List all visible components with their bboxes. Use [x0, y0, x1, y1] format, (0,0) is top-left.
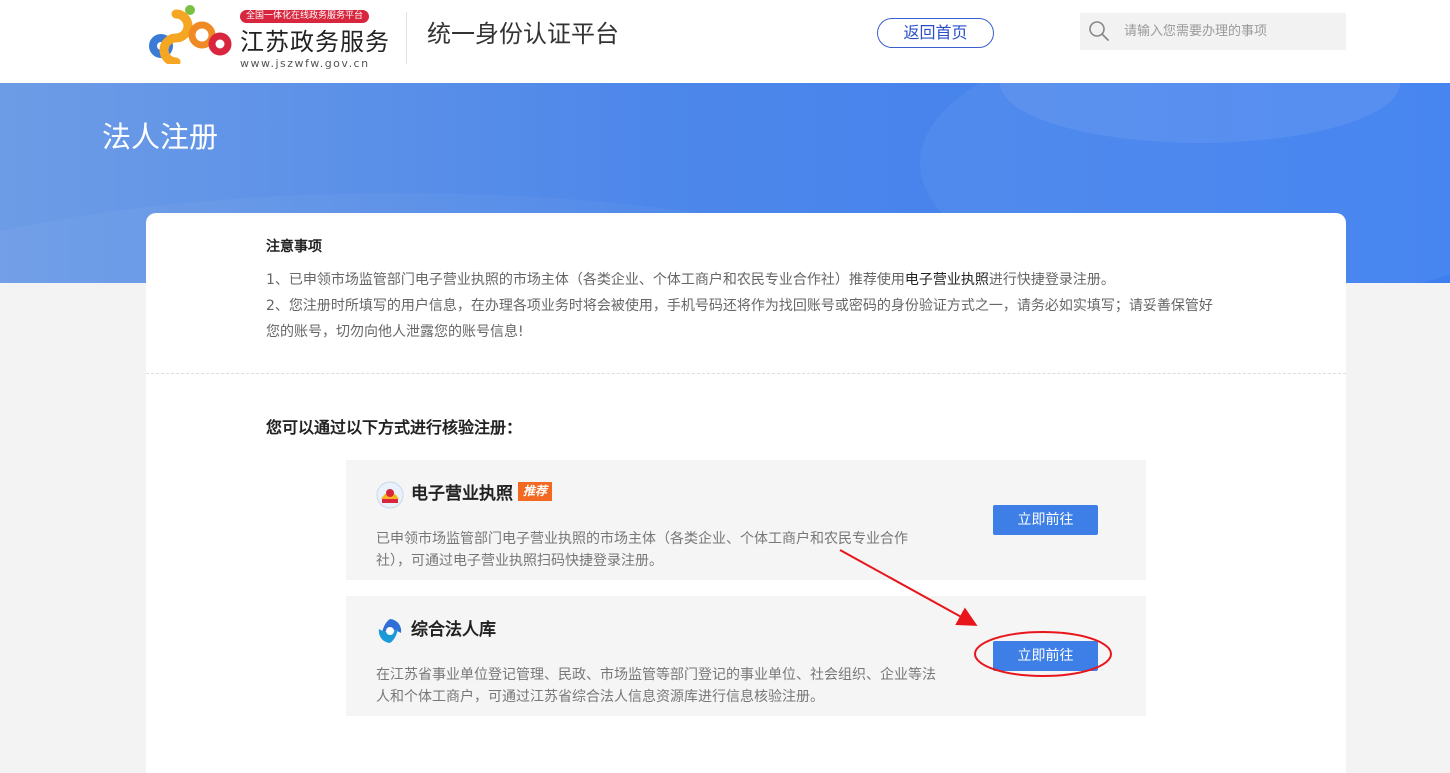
method-name: 电子营业执照 — [411, 484, 513, 504]
notice-item-2: 2、您注册时所填写的用户信息，在办理各项业务时将会被使用，手机号码还将作为找回账… — [266, 298, 1213, 340]
search-icon[interactable] — [1088, 20, 1110, 42]
section-divider — [146, 373, 1346, 374]
notice-item-1-highlight: 电子营业执照 — [904, 272, 989, 288]
emblem-icon — [376, 481, 404, 509]
go-legal-db-button[interactable]: 立即前往 — [993, 641, 1098, 671]
notice-item-1-after: 进行快捷登录注册。 — [988, 272, 1115, 288]
search-box — [1080, 13, 1346, 50]
logo-text: 全国一体化在线政务服务平台 江苏政务服务 www.jszwfw.gov.cn — [240, 3, 390, 70]
method-name: 综合法人库 — [411, 620, 496, 640]
search-input[interactable] — [1124, 13, 1342, 50]
logo-name: 江苏政务服务 — [240, 28, 390, 56]
back-home-button[interactable]: 返回首页 — [877, 18, 994, 48]
method-item-legal-db: 综合法人库 在江苏省事业单位登记管理、民政、市场监管等部门登记的事业单位、社会组… — [346, 596, 1146, 716]
header-divider — [406, 12, 407, 64]
logo-badge: 全国一体化在线政务服务平台 — [240, 10, 370, 23]
method-description: 已申领市场监管部门电子营业执照的市场主体（各类企业、个体工商户和农民专业合作社）… — [376, 531, 908, 569]
method-description: 在江苏省事业单位登记管理、民政、市场监管等部门登记的事业单位、社会组织、企业等法… — [376, 667, 936, 705]
registration-card: 注意事项 1、已申领市场监管部门电子营业执照的市场主体（各类企业、个体工商户和农… — [146, 213, 1346, 773]
platform-title: 统一身份认证平台 — [427, 20, 619, 48]
methods-title: 您可以通过以下方式进行核验注册： — [266, 418, 523, 437]
recommend-badge: 推荐 — [518, 482, 553, 501]
go-e-license-button[interactable]: 立即前往 — [993, 505, 1098, 535]
logo-mark-icon — [149, 5, 232, 67]
notice-title: 注意事项 — [266, 239, 322, 255]
page-title: 法人注册 — [102, 120, 219, 154]
notice-item-1: 1、已申领市场监管部门电子营业执照的市场主体（各类企业、个体工商户和农民专业合作… — [266, 267, 1226, 293]
legal-person-db-icon — [378, 619, 402, 643]
logo-url: www.jszwfw.gov.cn — [240, 57, 370, 70]
site-logo[interactable] — [146, 2, 236, 67]
method-item-e-license: 电子营业执照 推荐 已申领市场监管部门电子营业执照的市场主体（各类企业、个体工商… — [346, 460, 1146, 580]
top-header: 全国一体化在线政务服务平台 江苏政务服务 www.jszwfw.gov.cn 统… — [0, 0, 1450, 83]
notice-item-1-before: 1、已申领市场监管部门电子营业执照的市场主体（各类企业、个体工商户和农民专业合作… — [266, 272, 905, 288]
